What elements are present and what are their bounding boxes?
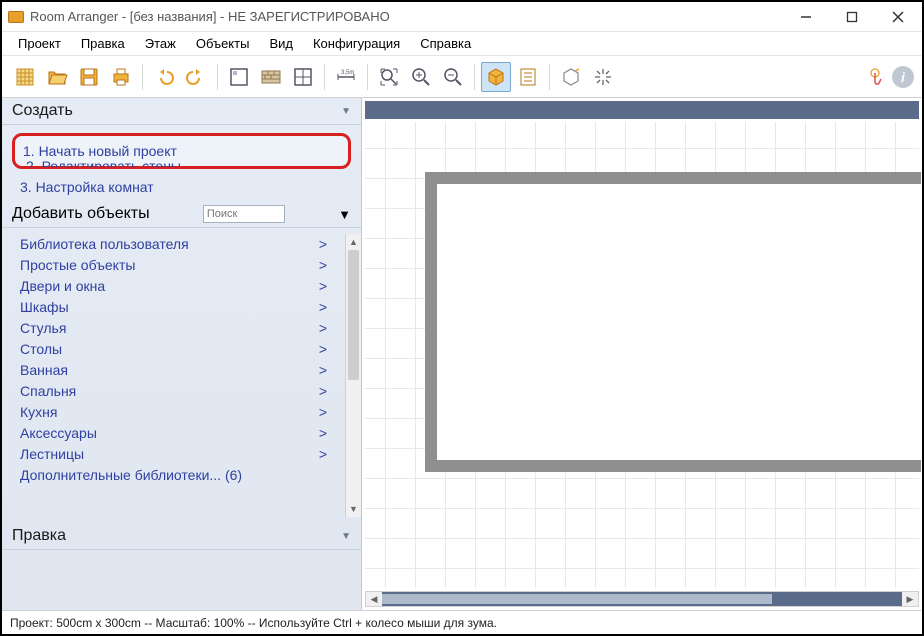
menu-project[interactable]: Проект bbox=[8, 34, 71, 53]
zoom-out-button[interactable] bbox=[438, 62, 468, 92]
lib-chairs[interactable]: Стулья> bbox=[20, 318, 341, 339]
measure-button[interactable]: 3,5m bbox=[331, 62, 361, 92]
section-add-objects: Добавить объекты ▼ bbox=[2, 201, 361, 228]
list-button[interactable] bbox=[513, 62, 543, 92]
touch-button[interactable] bbox=[860, 62, 890, 92]
window-title: Room Arranger - [без названия] - НЕ ЗАРЕ… bbox=[30, 9, 794, 24]
lib-bathroom[interactable]: Ванная> bbox=[20, 360, 341, 381]
scroll-down-icon[interactable]: ▼ bbox=[346, 501, 361, 517]
create-highlight-box: 1. Начать новый проект 2. Редактировать … bbox=[12, 133, 351, 169]
new-button[interactable] bbox=[10, 62, 40, 92]
chevron-down-icon: ▼ bbox=[341, 531, 351, 542]
scroll-thumb[interactable] bbox=[348, 250, 359, 380]
sidebar-scrollbar[interactable]: ▲ ▼ bbox=[345, 234, 361, 517]
minimize-button[interactable] bbox=[794, 5, 818, 29]
lib-tables[interactable]: Столы> bbox=[20, 339, 341, 360]
svg-text:3,5m: 3,5m bbox=[341, 70, 354, 76]
toolbar: 3,5m i bbox=[2, 56, 922, 98]
menu-config[interactable]: Конфигурация bbox=[303, 34, 410, 53]
undo-button[interactable] bbox=[149, 62, 179, 92]
zoom-fit-button[interactable] bbox=[374, 62, 404, 92]
canvas[interactable] bbox=[365, 122, 919, 588]
lib-accessories[interactable]: Аксессуары> bbox=[20, 423, 341, 444]
scroll-up-icon[interactable]: ▲ bbox=[346, 234, 361, 250]
menu-view[interactable]: Вид bbox=[259, 34, 303, 53]
create-setup-rooms[interactable]: 3. Настройка комнат bbox=[2, 177, 361, 201]
ruler-top bbox=[365, 101, 919, 119]
3d-view-button[interactable] bbox=[481, 62, 511, 92]
menubar: Проект Правка Этаж Объекты Вид Конфигура… bbox=[2, 32, 922, 56]
section-create[interactable]: Создать ▼ bbox=[2, 98, 361, 125]
library-list: Библиотека пользователя> Простые объекты… bbox=[2, 234, 345, 517]
scroll-right-icon[interactable]: ▶ bbox=[902, 592, 918, 606]
status-text: Проект: 500cm x 300cm -- Масштаб: 100% -… bbox=[10, 616, 497, 630]
search-input[interactable] bbox=[203, 205, 285, 223]
scroll-thumb[interactable] bbox=[382, 594, 772, 604]
export-button[interactable] bbox=[556, 62, 586, 92]
rooms-button[interactable] bbox=[288, 62, 318, 92]
scroll-left-icon[interactable]: ◀ bbox=[366, 592, 382, 606]
room-outline[interactable] bbox=[425, 172, 921, 472]
chevron-down-icon: ▼ bbox=[341, 106, 351, 117]
brick-button[interactable] bbox=[256, 62, 286, 92]
statusbar: Проект: 500cm x 300cm -- Масштаб: 100% -… bbox=[2, 610, 922, 634]
lib-simple[interactable]: Простые объекты> bbox=[20, 255, 341, 276]
section-create-title: Создать bbox=[12, 102, 73, 120]
lib-bedroom[interactable]: Спальня> bbox=[20, 381, 341, 402]
lib-additional[interactable]: Дополнительные библиотеки... (6) bbox=[20, 465, 341, 486]
open-button[interactable] bbox=[42, 62, 72, 92]
lib-cabinets[interactable]: Шкафы> bbox=[20, 297, 341, 318]
create-edit-walls-clipped[interactable]: 2. Редактировать стены bbox=[26, 158, 181, 167]
sidebar: Создать ▼ 1. Начать новый проект 2. Реда… bbox=[2, 98, 362, 610]
app-icon bbox=[8, 11, 24, 23]
save-button[interactable] bbox=[74, 62, 104, 92]
close-button[interactable] bbox=[886, 5, 910, 29]
menu-help[interactable]: Справка bbox=[410, 34, 481, 53]
titlebar: Room Arranger - [без названия] - НЕ ЗАРЕ… bbox=[2, 2, 922, 32]
lib-user[interactable]: Библиотека пользователя> bbox=[20, 234, 341, 255]
info-icon[interactable]: i bbox=[892, 66, 914, 88]
sparkle-button[interactable] bbox=[588, 62, 618, 92]
redo-button[interactable] bbox=[181, 62, 211, 92]
lib-kitchen[interactable]: Кухня> bbox=[20, 402, 341, 423]
zoom-in-button[interactable] bbox=[406, 62, 436, 92]
menu-floor[interactable]: Этаж bbox=[135, 34, 186, 53]
section-edit-title: Правка bbox=[12, 527, 66, 545]
chevron-down-icon: ▼ bbox=[338, 207, 351, 222]
section-add-title: Добавить объекты bbox=[12, 205, 150, 223]
lib-doors-windows[interactable]: Двери и окна> bbox=[20, 276, 341, 297]
section-edit[interactable]: Правка ▼ bbox=[2, 523, 361, 550]
menu-edit[interactable]: Правка bbox=[71, 34, 135, 53]
walls-button[interactable] bbox=[224, 62, 254, 92]
maximize-button[interactable] bbox=[840, 5, 864, 29]
menu-objects[interactable]: Объекты bbox=[186, 34, 260, 53]
horizontal-scrollbar[interactable]: ◀ ▶ bbox=[365, 591, 919, 607]
canvas-area[interactable]: ◀ ▶ bbox=[362, 98, 922, 610]
print-button[interactable] bbox=[106, 62, 136, 92]
lib-stairs[interactable]: Лестницы> bbox=[20, 444, 341, 465]
